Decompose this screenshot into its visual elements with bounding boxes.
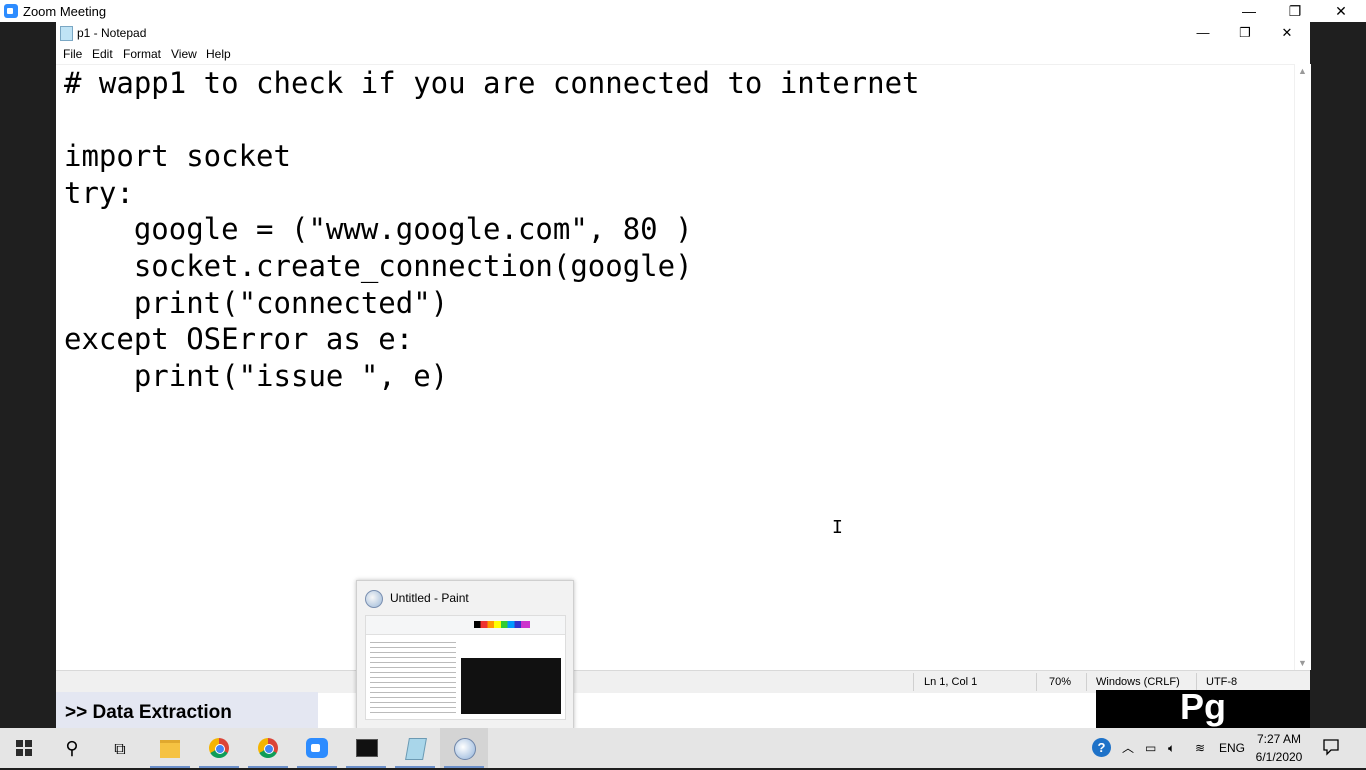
task-view-icon: ⧉ (114, 741, 126, 758)
menu-help[interactable]: Help (206, 47, 231, 61)
system-clock[interactable]: 7:27 AM 6/1/2020 (1246, 730, 1312, 766)
scroll-down-arrow-icon[interactable]: ▼ (1298, 658, 1307, 668)
zoom-title-bar: Zoom Meeting — ❐ ✕ (0, 0, 1366, 22)
task-view-button[interactable]: ⧉ (96, 728, 144, 768)
thumbnail-ribbon (366, 616, 565, 635)
menu-view[interactable]: View (171, 47, 197, 61)
action-center-icon[interactable] (1322, 738, 1340, 756)
zoom-close-button[interactable]: ✕ (1318, 0, 1364, 22)
menu-format[interactable]: Format (123, 47, 161, 61)
search-icon: ⚲ (65, 738, 79, 758)
folder-icon (160, 740, 180, 758)
section-banner: >> Data Extraction (56, 692, 318, 728)
windows-taskbar: ⚲ ⧉ ? ︿ ▭ 🔈︎ ≋ ENG 7:27 AM 6/1/2020 (0, 728, 1366, 768)
wifi-icon[interactable]: ≋ (1195, 728, 1205, 768)
start-button[interactable] (0, 728, 48, 768)
notepad-window: p1 - Notepad — ❐ ✕ File Edit Format View… (56, 22, 1311, 728)
vertical-scrollbar[interactable]: ▲ ▼ (1294, 64, 1311, 670)
chrome-icon (258, 738, 278, 758)
windows-logo-icon (16, 740, 32, 756)
notepad-menu-bar: File Edit Format View Help (56, 44, 1310, 64)
text-cursor-icon: I (832, 517, 843, 538)
taskbar-command-prompt[interactable] (342, 728, 390, 768)
status-separator (913, 673, 914, 691)
taskbar-paint[interactable] (440, 728, 488, 768)
notepad-close-button[interactable]: ✕ (1266, 22, 1308, 44)
show-hidden-icons-chevron-icon[interactable]: ︿ (1122, 728, 1134, 768)
status-line-ending: Windows (CRLF) (1096, 676, 1180, 688)
notepad-icon (60, 26, 73, 41)
clock-time: 7:27 AM (1256, 732, 1302, 746)
battery-icon[interactable]: ▭ (1145, 728, 1156, 768)
search-button[interactable]: ⚲ (48, 728, 96, 768)
notepad-text-area[interactable]: # wapp1 to check if you are connected to… (56, 64, 1294, 671)
zoom-icon (306, 738, 328, 758)
terminal-icon (356, 739, 378, 757)
taskbar-notepad[interactable] (391, 728, 439, 768)
logo-banner: Pg (1096, 686, 1310, 728)
zoom-logo-icon (4, 4, 18, 18)
status-separator (1036, 673, 1037, 691)
zoom-minimize-button[interactable]: — (1226, 0, 1272, 22)
taskbar-file-explorer[interactable] (146, 728, 194, 768)
thumbnail-palette (474, 621, 530, 628)
paint-icon (454, 738, 476, 760)
paint-icon (365, 590, 383, 608)
code-text[interactable]: # wapp1 to check if you are connected to… (64, 65, 920, 394)
notepad-window-title: p1 - Notepad (77, 26, 147, 40)
notepad-icon (405, 738, 427, 760)
preview-thumbnail[interactable] (365, 615, 566, 720)
menu-file[interactable]: File (63, 47, 82, 61)
menu-edit[interactable]: Edit (92, 47, 113, 61)
status-separator (1086, 673, 1087, 691)
language-indicator[interactable]: ENG (1219, 728, 1245, 768)
notepad-title-bar: p1 - Notepad — ❐ ✕ (56, 22, 1310, 44)
preview-title: Untitled - Paint (390, 591, 469, 605)
section-label: >> Data Extraction (65, 702, 232, 723)
zoom-share-background-right (1310, 22, 1366, 728)
zoom-restore-button[interactable]: ❐ (1272, 0, 1318, 22)
taskbar-chrome-2[interactable] (244, 728, 292, 768)
notepad-minimize-button[interactable]: — (1182, 22, 1224, 44)
help-icon[interactable]: ? (1092, 738, 1111, 757)
taskbar-zoom[interactable] (293, 728, 341, 768)
status-zoom-level: 70% (1049, 676, 1072, 688)
volume-icon[interactable]: 🔈︎ (1168, 728, 1175, 768)
zoom-share-background-left (0, 22, 56, 728)
scroll-up-arrow-icon[interactable]: ▲ (1298, 66, 1307, 76)
taskbar-chrome-1[interactable] (195, 728, 243, 768)
thumbnail-text-lines (370, 638, 456, 716)
paint-taskbar-preview[interactable]: Untitled - Paint (356, 580, 574, 730)
clock-date: 6/1/2020 (1255, 750, 1303, 764)
status-cursor-position: Ln 1, Col 1 (924, 676, 978, 688)
chrome-icon (209, 738, 229, 758)
logo-text: Pg (1180, 686, 1227, 727)
zoom-window-title: Zoom Meeting (23, 4, 107, 19)
thumbnail-terminal (461, 658, 561, 714)
notepad-restore-button[interactable]: ❐ (1224, 22, 1266, 44)
